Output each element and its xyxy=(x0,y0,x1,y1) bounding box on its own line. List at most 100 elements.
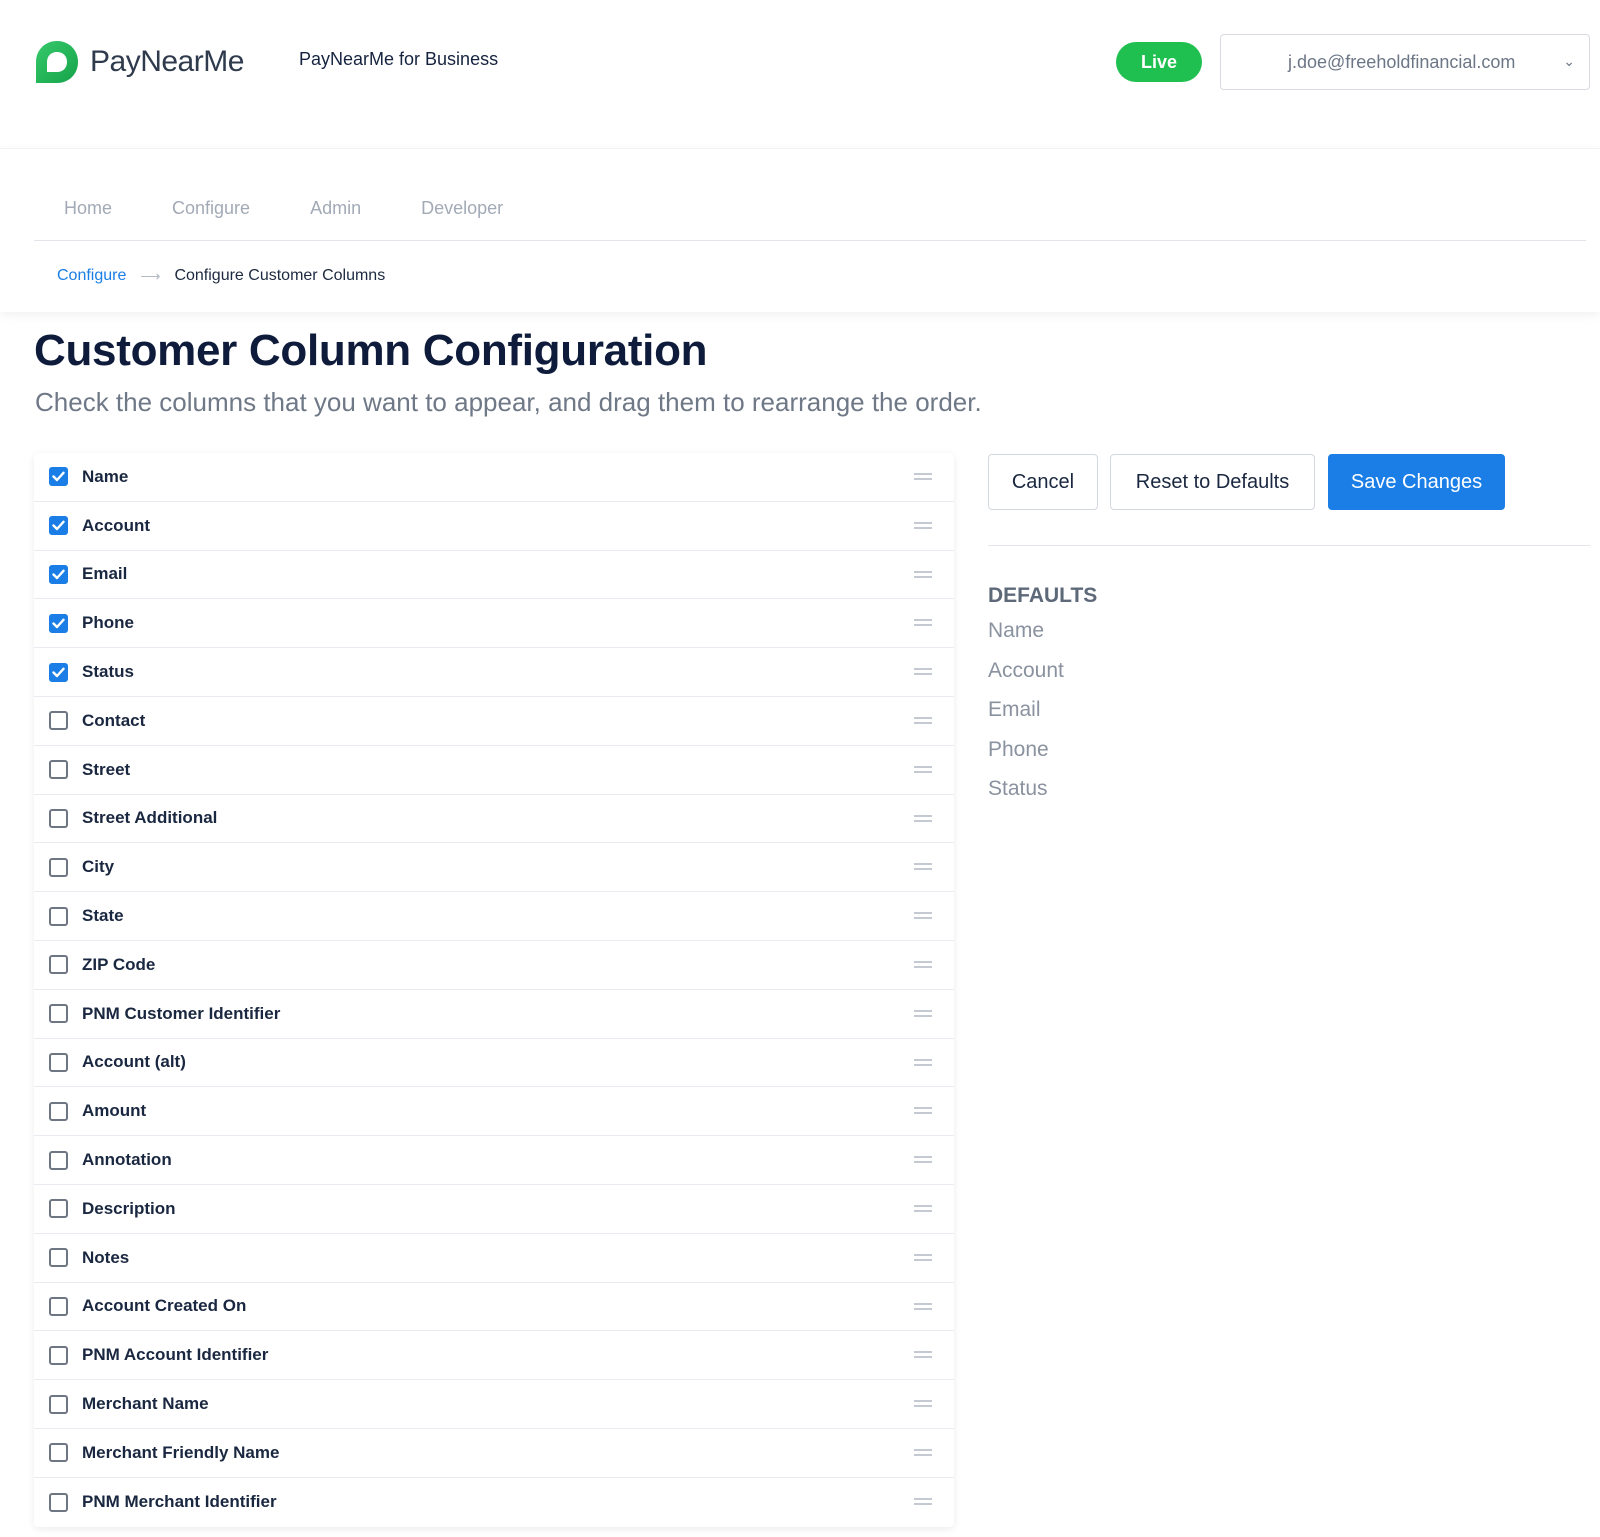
column-checkbox[interactable] xyxy=(49,1150,68,1170)
column-row[interactable]: Contact xyxy=(34,697,954,746)
environment-badge[interactable]: Live xyxy=(1116,42,1202,82)
default-column-item: Account xyxy=(988,658,1064,682)
tab-home[interactable]: Home xyxy=(34,187,142,240)
column-row[interactable]: PNM Customer Identifier xyxy=(34,990,954,1039)
column-row[interactable]: Street Additional xyxy=(34,795,954,844)
drag-handle-icon[interactable] xyxy=(914,1448,932,1457)
check-icon xyxy=(52,569,65,580)
page-subtitle: Check the columns that you want to appea… xyxy=(35,387,982,417)
column-label: Street xyxy=(82,759,131,779)
column-row[interactable]: Phone xyxy=(34,599,954,649)
product-name: PayNearMe for Business xyxy=(299,49,499,69)
column-checkbox[interactable] xyxy=(49,1394,68,1414)
drag-handle-icon[interactable] xyxy=(914,1302,932,1311)
column-checkbox[interactable] xyxy=(49,1345,68,1365)
column-row[interactable]: PNM Account Identifier xyxy=(34,1331,954,1381)
column-label: Account xyxy=(82,515,150,535)
drag-handle-icon[interactable] xyxy=(914,765,932,774)
drag-handle-icon[interactable] xyxy=(914,716,932,725)
column-checkbox[interactable] xyxy=(49,662,68,682)
drag-handle-icon[interactable] xyxy=(914,619,932,627)
column-checkbox[interactable] xyxy=(49,613,68,633)
drag-handle-icon[interactable] xyxy=(914,1009,932,1018)
page-title: Customer Column Configuration xyxy=(34,326,708,375)
drag-handle-icon[interactable] xyxy=(914,1204,932,1213)
cancel-button[interactable]: Cancel xyxy=(988,454,1098,510)
drag-handle-icon[interactable] xyxy=(914,1497,932,1506)
column-row[interactable]: City xyxy=(34,843,954,893)
column-row[interactable]: Name xyxy=(34,453,954,502)
column-checkbox[interactable] xyxy=(49,1296,68,1316)
drag-handle-icon[interactable] xyxy=(914,1156,932,1164)
reset-to-defaults-button[interactable]: Reset to Defaults xyxy=(1110,454,1315,510)
column-checkbox[interactable] xyxy=(49,1492,68,1512)
column-row[interactable]: Merchant Friendly Name xyxy=(34,1429,954,1478)
default-column-item: Phone xyxy=(988,737,1049,761)
column-row[interactable]: Account xyxy=(34,502,954,551)
column-row[interactable]: ZIP Code xyxy=(34,941,954,990)
column-row[interactable]: Notes xyxy=(34,1234,954,1283)
chevron-down-icon: ⌄ xyxy=(1563,53,1575,69)
column-checkbox[interactable] xyxy=(49,955,68,975)
column-checkbox[interactable] xyxy=(49,564,68,584)
column-row[interactable]: PNM Merchant Identifier xyxy=(34,1478,954,1527)
drag-handle-icon[interactable] xyxy=(914,1107,932,1115)
drag-handle-icon[interactable] xyxy=(914,473,932,481)
column-list: Name Account Email Phone Status Contact Street… xyxy=(34,453,954,1527)
column-label: PNM Merchant Identifier xyxy=(82,1492,277,1512)
tab-admin[interactable]: Admin xyxy=(280,187,391,240)
column-row[interactable]: Account (alt) xyxy=(34,1039,954,1088)
column-row[interactable]: Description xyxy=(34,1185,954,1234)
column-row[interactable]: State xyxy=(34,892,954,941)
column-row[interactable]: Status xyxy=(34,648,954,697)
drag-handle-icon[interactable] xyxy=(914,960,932,969)
breadcrumb-configure-link[interactable]: Configure xyxy=(57,267,126,285)
tab-developer[interactable]: Developer xyxy=(391,187,533,240)
column-checkbox[interactable] xyxy=(49,906,68,926)
column-row[interactable]: Merchant Name xyxy=(34,1380,954,1429)
column-label: Account Created On xyxy=(82,1296,247,1316)
column-checkbox[interactable] xyxy=(49,467,68,487)
column-checkbox[interactable] xyxy=(49,1443,68,1463)
column-checkbox[interactable] xyxy=(49,760,68,780)
column-label: Name xyxy=(82,466,129,486)
column-checkbox[interactable] xyxy=(49,1199,68,1219)
column-row[interactable]: Account Created On xyxy=(34,1283,954,1332)
drag-handle-icon[interactable] xyxy=(914,1351,932,1359)
column-label: Street Additional xyxy=(82,808,218,828)
column-row[interactable]: Amount xyxy=(34,1087,954,1137)
column-label: Phone xyxy=(82,613,134,633)
column-checkbox[interactable] xyxy=(49,1004,68,1024)
column-checkbox[interactable] xyxy=(49,1052,68,1072)
drag-handle-icon[interactable] xyxy=(914,1058,932,1067)
column-label: Contact xyxy=(82,710,146,730)
paynearme-logo[interactable]: PayNearMe xyxy=(34,38,244,86)
drag-handle-icon[interactable] xyxy=(914,912,932,920)
column-checkbox[interactable] xyxy=(49,857,68,877)
breadcrumb-current: Configure Customer Columns xyxy=(174,267,386,284)
column-checkbox[interactable] xyxy=(49,1248,68,1268)
drag-handle-icon[interactable] xyxy=(914,814,932,823)
drag-handle-icon[interactable] xyxy=(914,1253,932,1262)
column-checkbox[interactable] xyxy=(49,516,68,536)
column-label: Email xyxy=(82,564,128,584)
drag-handle-icon[interactable] xyxy=(914,1400,932,1408)
column-label: Merchant Name xyxy=(82,1394,209,1414)
user-account-dropdown[interactable]: j.doe@freeholdfinancial.com ⌄ xyxy=(1220,34,1590,90)
column-label: PNM Account Identifier xyxy=(82,1345,269,1365)
drag-handle-icon[interactable] xyxy=(914,863,932,871)
column-row[interactable]: Email xyxy=(34,551,954,600)
tab-configure[interactable]: Configure xyxy=(142,187,280,240)
drag-handle-icon[interactable] xyxy=(914,668,932,676)
drag-handle-icon[interactable] xyxy=(914,521,932,530)
column-row[interactable]: Annotation xyxy=(34,1136,954,1185)
breadcrumb: Configure ⟶ Configure Customer Columns xyxy=(57,267,385,285)
column-checkbox[interactable] xyxy=(49,711,68,731)
save-changes-button[interactable]: Save Changes xyxy=(1328,454,1505,510)
column-label: Amount xyxy=(82,1101,147,1121)
drag-handle-icon[interactable] xyxy=(914,570,932,579)
paynearme-logo-icon xyxy=(36,41,78,83)
column-checkbox[interactable] xyxy=(49,808,68,828)
column-row[interactable]: Street xyxy=(34,746,954,795)
column-checkbox[interactable] xyxy=(49,1101,68,1121)
